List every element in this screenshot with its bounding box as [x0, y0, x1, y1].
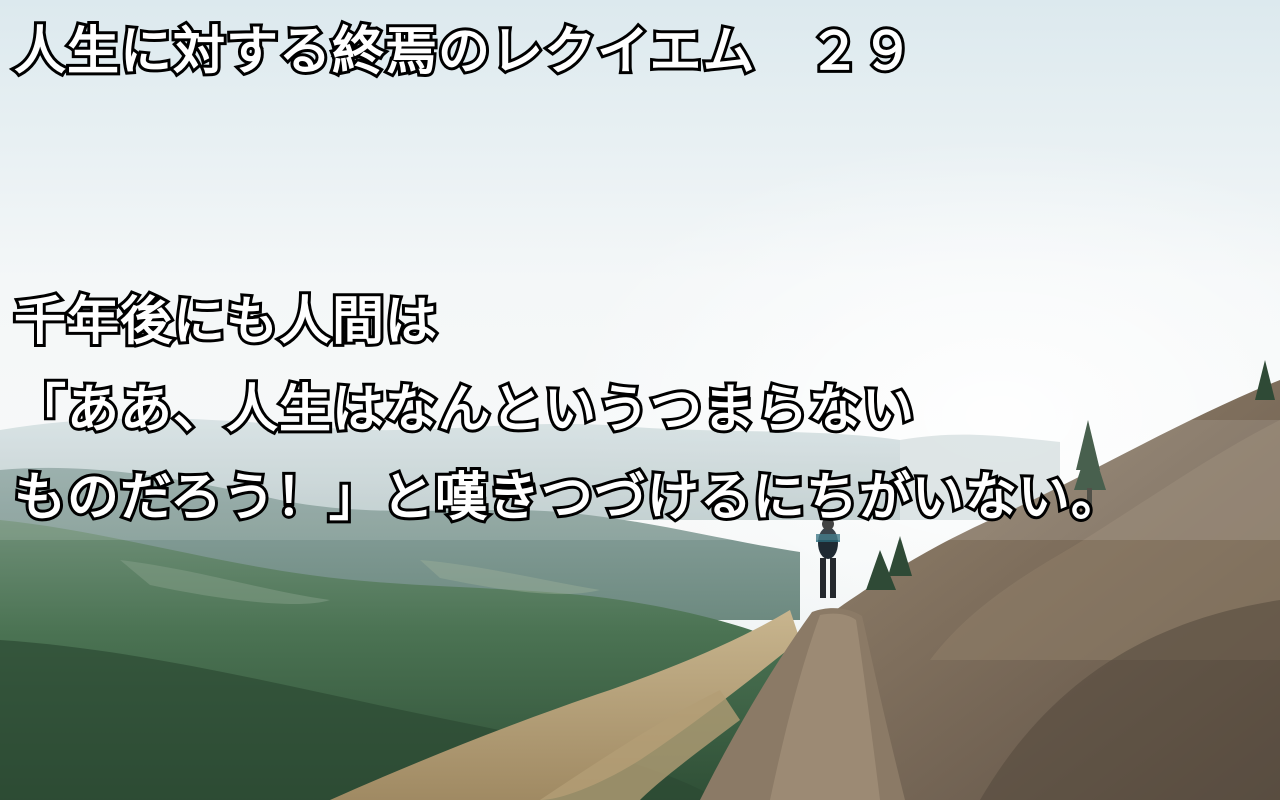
quote-line-3: ものだろう！」と嘆きつづけるにちがいない。: [11, 465, 1126, 531]
quote-line-1: 千年後にも人間は: [11, 289, 440, 355]
photo-scene: 人生に対する終焉のレクイエム ２９ 千年後にも人間は 「ああ、人生はなんというつ…: [0, 0, 1280, 800]
quote-text: 千年後にも人間は 「ああ、人生はなんというつまらない ものだろう！」と嘆きつづけ…: [11, 278, 1126, 542]
quote-line-2: 「ああ、人生はなんというつまらない: [11, 377, 917, 443]
page-title: 人生に対する終焉のレクイエム ２９: [11, 19, 916, 85]
